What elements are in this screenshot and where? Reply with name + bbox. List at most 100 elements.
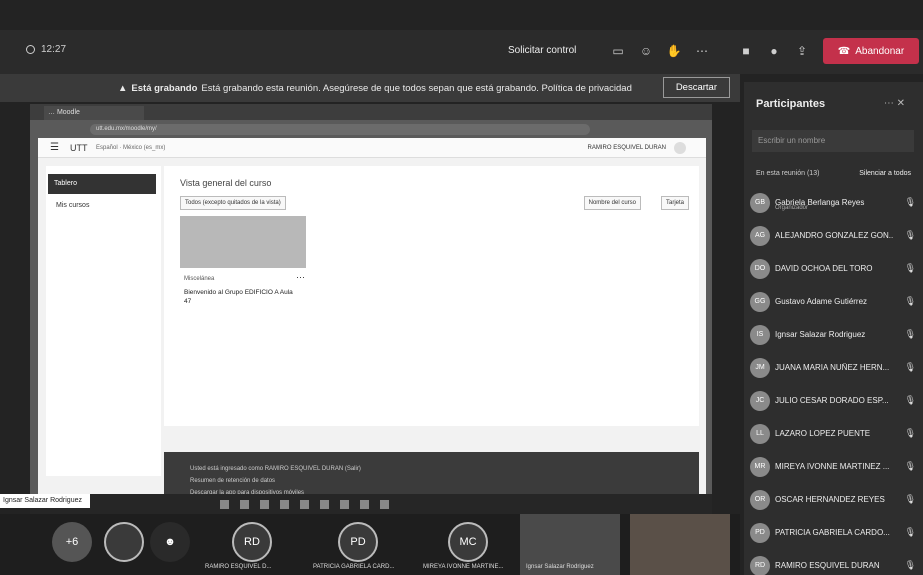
- share-screen-icon[interactable]: ⇪: [794, 44, 810, 58]
- phone-icon: ☎: [837, 45, 851, 57]
- participant-avatar: DO: [750, 258, 770, 279]
- participant-row[interactable]: AG ALEJANDRO GONZALEZ GON... 🎙: [750, 219, 920, 252]
- participant-name: Gustavo Adame Gutiérrez: [775, 297, 868, 306]
- footer-data-policy[interactable]: Resumen de retención de datos: [190, 478, 275, 484]
- tile-avatar-pd[interactable]: PD: [338, 522, 378, 562]
- taskbar-app-icon: [380, 500, 389, 509]
- browser-address-bar: utt.edu.mx/moodle/my/: [30, 120, 712, 138]
- browser-tab[interactable]: … Moodle: [44, 106, 144, 120]
- taskbar-app-icon: [280, 500, 289, 509]
- participant-row[interactable]: JC JULIO CESAR DORADO ESP... 🎙: [750, 384, 920, 417]
- raise-hand-icon[interactable]: ✋: [666, 44, 682, 58]
- participant-row[interactable]: MR MIREYA IVONNE MARTINEZ ... 🎙: [750, 450, 920, 483]
- microphone-icon: 🎙: [904, 296, 916, 306]
- footer-logged-in[interactable]: Usted está ingresado como RAMIRO ESQUIVE…: [190, 466, 361, 472]
- chat-icon[interactable]: ▭: [610, 44, 626, 58]
- microphone-icon: 🎙: [904, 329, 916, 339]
- participant-row[interactable]: PD PATRICIA GABRIELA CARDO... 🎙: [750, 516, 920, 549]
- leave-button[interactable]: ☎ Abandonar: [823, 38, 919, 64]
- recording-banner: ▲ Está grabando Está grabando esta reuni…: [0, 74, 740, 102]
- participant-row[interactable]: GB Gabriela Berlanga Reyes Organizador 🎙: [750, 186, 920, 219]
- participant-name: JULIO CESAR DORADO ESP...: [775, 396, 889, 405]
- language-selector[interactable]: Español · México (es_mx): [96, 145, 165, 151]
- participant-name: Ignsar Salazar Rodriguez: [775, 330, 866, 339]
- taskbar-app-icon: [300, 500, 309, 509]
- dismiss-button[interactable]: Descartar: [662, 77, 730, 98]
- participant-avatar: PD: [750, 522, 770, 543]
- browser-tabstrip: … Moodle: [30, 104, 712, 120]
- sort-dropdown[interactable]: Nombre del curso: [583, 196, 641, 210]
- start-icon: [220, 500, 229, 509]
- participant-avatar: JC: [750, 390, 770, 411]
- participant-avatar: OR: [750, 489, 770, 510]
- course-name-link[interactable]: Bienvenido al Grupo EDIFICIO A Aula 47: [184, 288, 294, 306]
- camera-icon[interactable]: ■: [738, 44, 754, 58]
- participant-avatar: JM: [750, 357, 770, 378]
- taskbar-app-icon: [340, 500, 349, 509]
- site-brand[interactable]: UTT: [70, 143, 88, 153]
- taskbar-app-icon: [320, 500, 329, 509]
- participant-avatar: RD: [750, 555, 770, 575]
- participant-name: RAMIRO ESQUIVEL DURAN: [775, 561, 880, 570]
- microphone-icon: 🎙: [904, 362, 916, 372]
- more-options-icon[interactable]: ⋯ ✕: [884, 98, 905, 109]
- participant-avatar: IS: [750, 324, 770, 345]
- more-options-icon[interactable]: ⋯: [694, 44, 710, 58]
- participant-name: OSCAR HERNANDEZ REYES: [775, 495, 885, 504]
- microphone-icon: 🎙: [904, 494, 916, 504]
- participant-avatar[interactable]: ☻: [150, 522, 190, 562]
- meeting-toolbar: 12:27 Solicitar control ▭ ☺ ✋ ⋯ ■ ● ⇪ ☎ …: [0, 30, 923, 74]
- microphone-icon: 🎙: [904, 263, 916, 273]
- moodle-sidebar: Tablero Mis cursos: [46, 166, 161, 476]
- user-avatar[interactable]: [674, 142, 686, 154]
- participant-avatar: AG: [750, 225, 770, 246]
- participant-row[interactable]: IS Ignsar Salazar Rodriguez 🎙: [750, 318, 920, 351]
- participant-row[interactable]: LL LAZARO LOPEZ PUENTE 🎙: [750, 417, 920, 450]
- sidebar-item-dashboard[interactable]: Tablero: [48, 174, 156, 194]
- request-control-button[interactable]: Solicitar control: [498, 41, 586, 60]
- participants-panel: Participantes ⋯ ✕ Escribir un nombre En …: [744, 82, 923, 575]
- participant-avatar: LL: [750, 423, 770, 444]
- url-field[interactable]: utt.edu.mx/moodle/my/: [90, 124, 590, 135]
- tile-avatar-mc[interactable]: MC: [448, 522, 488, 562]
- participant-search-input[interactable]: Escribir un nombre: [752, 130, 914, 152]
- mute-all-button[interactable]: Silenciar a todos: [859, 170, 911, 177]
- participant-name: MIREYA IVONNE MARTINEZ ...: [775, 462, 890, 471]
- participant-name: ALEJANDRO GONZALEZ GON...: [775, 231, 893, 240]
- course-card-image[interactable]: [180, 216, 306, 268]
- reactions-icon[interactable]: ☺: [638, 44, 654, 58]
- course-filter-dropdown[interactable]: Todos (excepto quitados de la vista): [180, 196, 286, 210]
- view-dropdown[interactable]: Tarjeta: [660, 196, 689, 210]
- participant-row[interactable]: OR OSCAR HERNANDEZ REYES 🎙: [750, 483, 920, 516]
- participant-avatar: GG: [750, 291, 770, 312]
- video-name: Ignsar Salazar Rodriguez: [526, 564, 594, 570]
- microphone-icon: 🎙: [904, 527, 916, 537]
- overflow-participants[interactable]: +6: [52, 522, 92, 562]
- participant-name: PATRICIA GABRIELA CARDO...: [775, 528, 890, 537]
- sidebar-item-my-courses[interactable]: Mis cursos: [56, 202, 89, 209]
- participant-row[interactable]: JM JUANA MARIA NUÑEZ HERN... 🎙: [750, 351, 920, 384]
- overview-title: Vista general del curso: [180, 178, 272, 188]
- tile-avatar-rd[interactable]: RD: [232, 522, 272, 562]
- participant-avatar: MR: [750, 456, 770, 477]
- participant-row[interactable]: RD RAMIRO ESQUIVEL DURAN 🎙: [750, 549, 920, 575]
- clock-icon: [26, 45, 35, 54]
- course-menu-icon[interactable]: ⋯: [296, 272, 305, 283]
- course-overview: Vista general del curso Todos (excepto q…: [164, 166, 699, 426]
- microphone-icon: 🎙: [904, 230, 916, 240]
- microphone-icon[interactable]: ●: [766, 44, 782, 58]
- menu-icon[interactable]: ☰: [50, 142, 59, 153]
- in-meeting-header[interactable]: En esta reunión (13): [756, 170, 819, 177]
- microphone-icon: 🎙: [904, 428, 916, 438]
- participant-row[interactable]: GG Gustavo Adame Gutiérrez 🎙: [750, 285, 920, 318]
- user-name[interactable]: RAMIRO ESQUIVEL DURAN: [588, 145, 666, 151]
- participant-name: JUANA MARIA NUÑEZ HERN...: [775, 363, 890, 372]
- participant-avatar[interactable]: [104, 522, 144, 562]
- participant-row[interactable]: DO DAVID OCHOA DEL TORO 🎙: [750, 252, 920, 285]
- participant-name: DAVID OCHOA DEL TORO: [775, 264, 873, 273]
- participant-avatar: GB: [750, 192, 770, 213]
- self-video[interactable]: [630, 514, 730, 575]
- participant-list: GB Gabriela Berlanga Reyes Organizador 🎙 AG A…: [750, 186, 920, 575]
- tile-name-mc: MIREYA IVONNE MARTINE...: [423, 564, 504, 570]
- shared-taskbar: [30, 494, 712, 516]
